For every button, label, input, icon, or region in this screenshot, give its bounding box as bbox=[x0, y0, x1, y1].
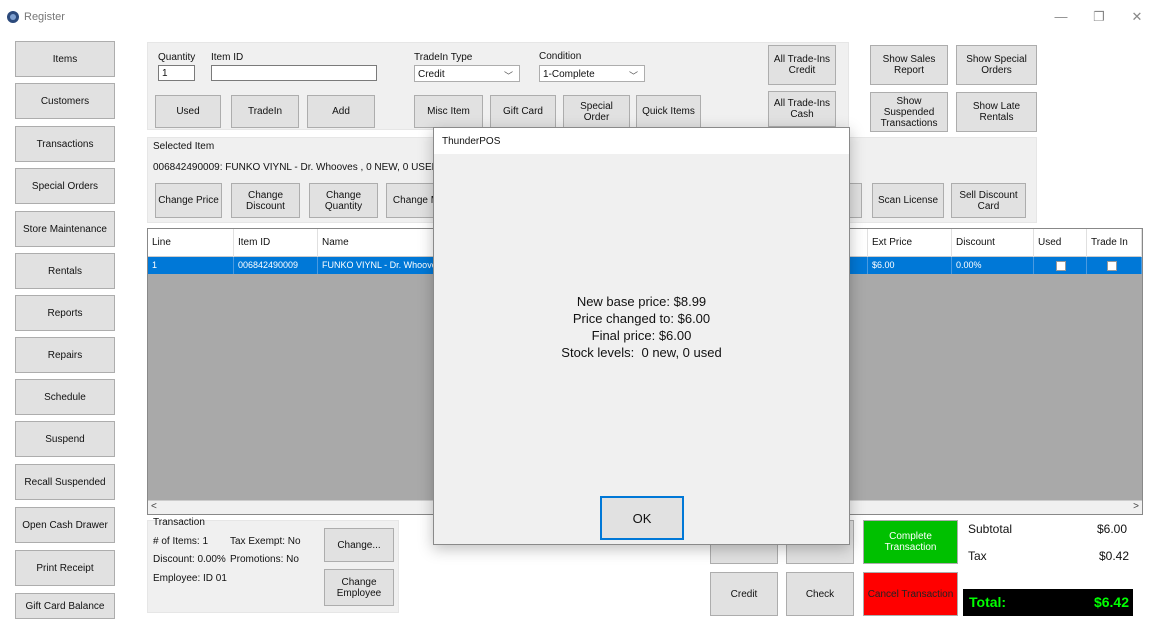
cell-ext-price: $6.00 bbox=[868, 257, 952, 274]
transaction-label: Transaction bbox=[153, 517, 205, 528]
col-ext-price[interactable]: Ext Price bbox=[868, 229, 952, 257]
cell-discount: 0.00% bbox=[952, 257, 1034, 274]
nav-repairs-button[interactable]: Repairs bbox=[15, 337, 115, 373]
restore-icon[interactable]: ❐ bbox=[1084, 7, 1114, 27]
dialog-title: ThunderPOS bbox=[434, 128, 849, 154]
change-button[interactable]: Change... bbox=[324, 528, 394, 562]
quick-items-button[interactable]: Quick Items bbox=[636, 95, 701, 128]
change-discount-button[interactable]: Change Discount bbox=[231, 183, 300, 218]
dialog-line-base-price: New base price: $8.99 bbox=[576, 294, 707, 309]
show-special-orders-button[interactable]: Show Special Orders bbox=[956, 45, 1037, 85]
nav-gift-card-balance-button[interactable]: Gift Card Balance bbox=[15, 593, 115, 619]
trade-in-checkbox[interactable] bbox=[1107, 261, 1117, 271]
col-used[interactable]: Used bbox=[1034, 229, 1087, 257]
chevron-down-icon: ﹀ bbox=[628, 71, 638, 81]
dialog-message: New base price: $8.99 Price changed to: … bbox=[434, 293, 849, 361]
promotions-text: Promotions: No bbox=[230, 554, 299, 565]
tradein-type-label: TradeIn Type bbox=[414, 52, 473, 63]
nav-transactions-button[interactable]: Transactions bbox=[15, 126, 115, 162]
tax-label: Tax bbox=[968, 549, 987, 563]
items-count: # of Items: 1 bbox=[153, 536, 209, 547]
gift-card-button[interactable]: Gift Card bbox=[490, 95, 556, 128]
cell-trade-in bbox=[1087, 257, 1142, 274]
app-icon bbox=[7, 11, 19, 23]
total-bar: Total: $6.42 bbox=[963, 589, 1133, 616]
tax-exempt: Tax Exempt: No bbox=[230, 536, 301, 547]
dialog-line-stock-levels: Stock levels: 0 new, 0 used bbox=[561, 345, 722, 360]
col-trade-in[interactable]: Trade In bbox=[1087, 229, 1142, 257]
check-button[interactable]: Check bbox=[786, 572, 854, 616]
item-id-input[interactable] bbox=[211, 65, 377, 81]
nav-special-orders-button[interactable]: Special Orders bbox=[15, 168, 115, 204]
sell-discount-card-button[interactable]: Sell Discount Card bbox=[951, 183, 1026, 218]
nav-store-maintenance-button[interactable]: Store Maintenance bbox=[15, 211, 115, 247]
subtotal-value: $6.00 bbox=[1097, 522, 1128, 536]
nav-suspend-button[interactable]: Suspend bbox=[15, 421, 115, 457]
quantity-label: Quantity bbox=[158, 52, 196, 63]
nav-items-button[interactable]: Items bbox=[15, 41, 115, 77]
cell-item-id: 006842490009 bbox=[234, 257, 318, 274]
col-line[interactable]: Line bbox=[148, 229, 234, 257]
credit-button[interactable]: Credit bbox=[710, 572, 778, 616]
nav-reports-button[interactable]: Reports bbox=[15, 295, 115, 331]
total-label: Total: bbox=[969, 594, 1007, 610]
condition-label: Condition bbox=[539, 51, 582, 62]
scroll-left-icon[interactable]: < bbox=[151, 501, 157, 512]
change-price-button[interactable]: Change Price bbox=[155, 183, 222, 218]
show-suspended-transactions-button[interactable]: Show Suspended Transactions bbox=[870, 92, 948, 132]
nav-customers-button[interactable]: Customers bbox=[15, 83, 115, 119]
minimize-icon[interactable]: — bbox=[1046, 7, 1076, 27]
all-tradeins-credit-button[interactable]: All Trade-Ins Credit bbox=[768, 45, 836, 85]
window-title: Register bbox=[24, 11, 65, 23]
tradein-button[interactable]: TradeIn bbox=[231, 95, 299, 128]
tradein-type-value: Credit bbox=[418, 69, 445, 80]
all-tradeins-cash-button[interactable]: All Trade-Ins Cash bbox=[768, 91, 836, 127]
cancel-transaction-button[interactable]: Cancel Transaction bbox=[863, 572, 958, 616]
cell-used bbox=[1034, 257, 1087, 274]
used-button[interactable]: Used bbox=[155, 95, 221, 128]
scroll-right-icon[interactable]: > bbox=[1133, 501, 1139, 512]
chevron-down-icon: ﹀ bbox=[503, 71, 513, 81]
nav-recall-suspended-button[interactable]: Recall Suspended bbox=[15, 464, 115, 500]
dialog-line-price-changed: Price changed to: $6.00 bbox=[572, 311, 711, 326]
used-checkbox[interactable] bbox=[1056, 261, 1066, 271]
subtotal-label: Subtotal bbox=[968, 522, 1013, 536]
change-quantity-button[interactable]: Change Quantity bbox=[309, 183, 378, 218]
nav-rentals-button[interactable]: Rentals bbox=[15, 253, 115, 289]
condition-select[interactable]: 1-Complete ﹀ bbox=[539, 65, 645, 82]
add-button[interactable]: Add bbox=[307, 95, 375, 128]
col-discount[interactable]: Discount bbox=[952, 229, 1034, 257]
dialog-line-final-price: Final price: $6.00 bbox=[591, 328, 692, 343]
nav-print-receipt-button[interactable]: Print Receipt bbox=[15, 550, 115, 586]
change-employee-button[interactable]: Change Employee bbox=[324, 569, 394, 606]
selected-item-label: Selected Item bbox=[153, 141, 215, 152]
close-icon[interactable]: ✕ bbox=[1122, 7, 1152, 27]
selected-item-text: 006842490009: FUNKO VIYNL - Dr. Whooves … bbox=[153, 162, 439, 173]
total-value: $6.42 bbox=[1093, 594, 1129, 610]
cell-line: 1 bbox=[148, 257, 234, 274]
scan-license-button[interactable]: Scan License bbox=[872, 183, 944, 218]
discount-text: Discount: 0.00% bbox=[153, 554, 226, 565]
show-sales-report-button[interactable]: Show Sales Report bbox=[870, 45, 948, 85]
tradein-type-select[interactable]: Credit ﹀ bbox=[414, 65, 520, 82]
item-id-label: Item ID bbox=[211, 52, 244, 63]
quantity-input[interactable]: 1 bbox=[158, 65, 195, 81]
misc-item-button[interactable]: Misc Item bbox=[414, 95, 483, 128]
complete-transaction-button[interactable]: Complete Transaction bbox=[863, 520, 958, 564]
nav-open-cash-drawer-button[interactable]: Open Cash Drawer bbox=[15, 507, 115, 543]
show-late-rentals-button[interactable]: Show Late Rentals bbox=[956, 92, 1037, 132]
col-item-id[interactable]: Item ID bbox=[234, 229, 318, 257]
condition-value: 1-Complete bbox=[543, 69, 595, 80]
special-order-button[interactable]: Special Order bbox=[563, 95, 630, 128]
title-bar: Register — ❐ ✕ bbox=[0, 0, 1153, 34]
ok-button[interactable]: OK bbox=[600, 496, 684, 540]
tax-value: $0.42 bbox=[1099, 549, 1130, 563]
nav-schedule-button[interactable]: Schedule bbox=[15, 379, 115, 415]
employee-text: Employee: ID 01 bbox=[153, 573, 227, 584]
thunderpos-dialog: ThunderPOS New base price: $8.99 Price c… bbox=[433, 127, 850, 545]
